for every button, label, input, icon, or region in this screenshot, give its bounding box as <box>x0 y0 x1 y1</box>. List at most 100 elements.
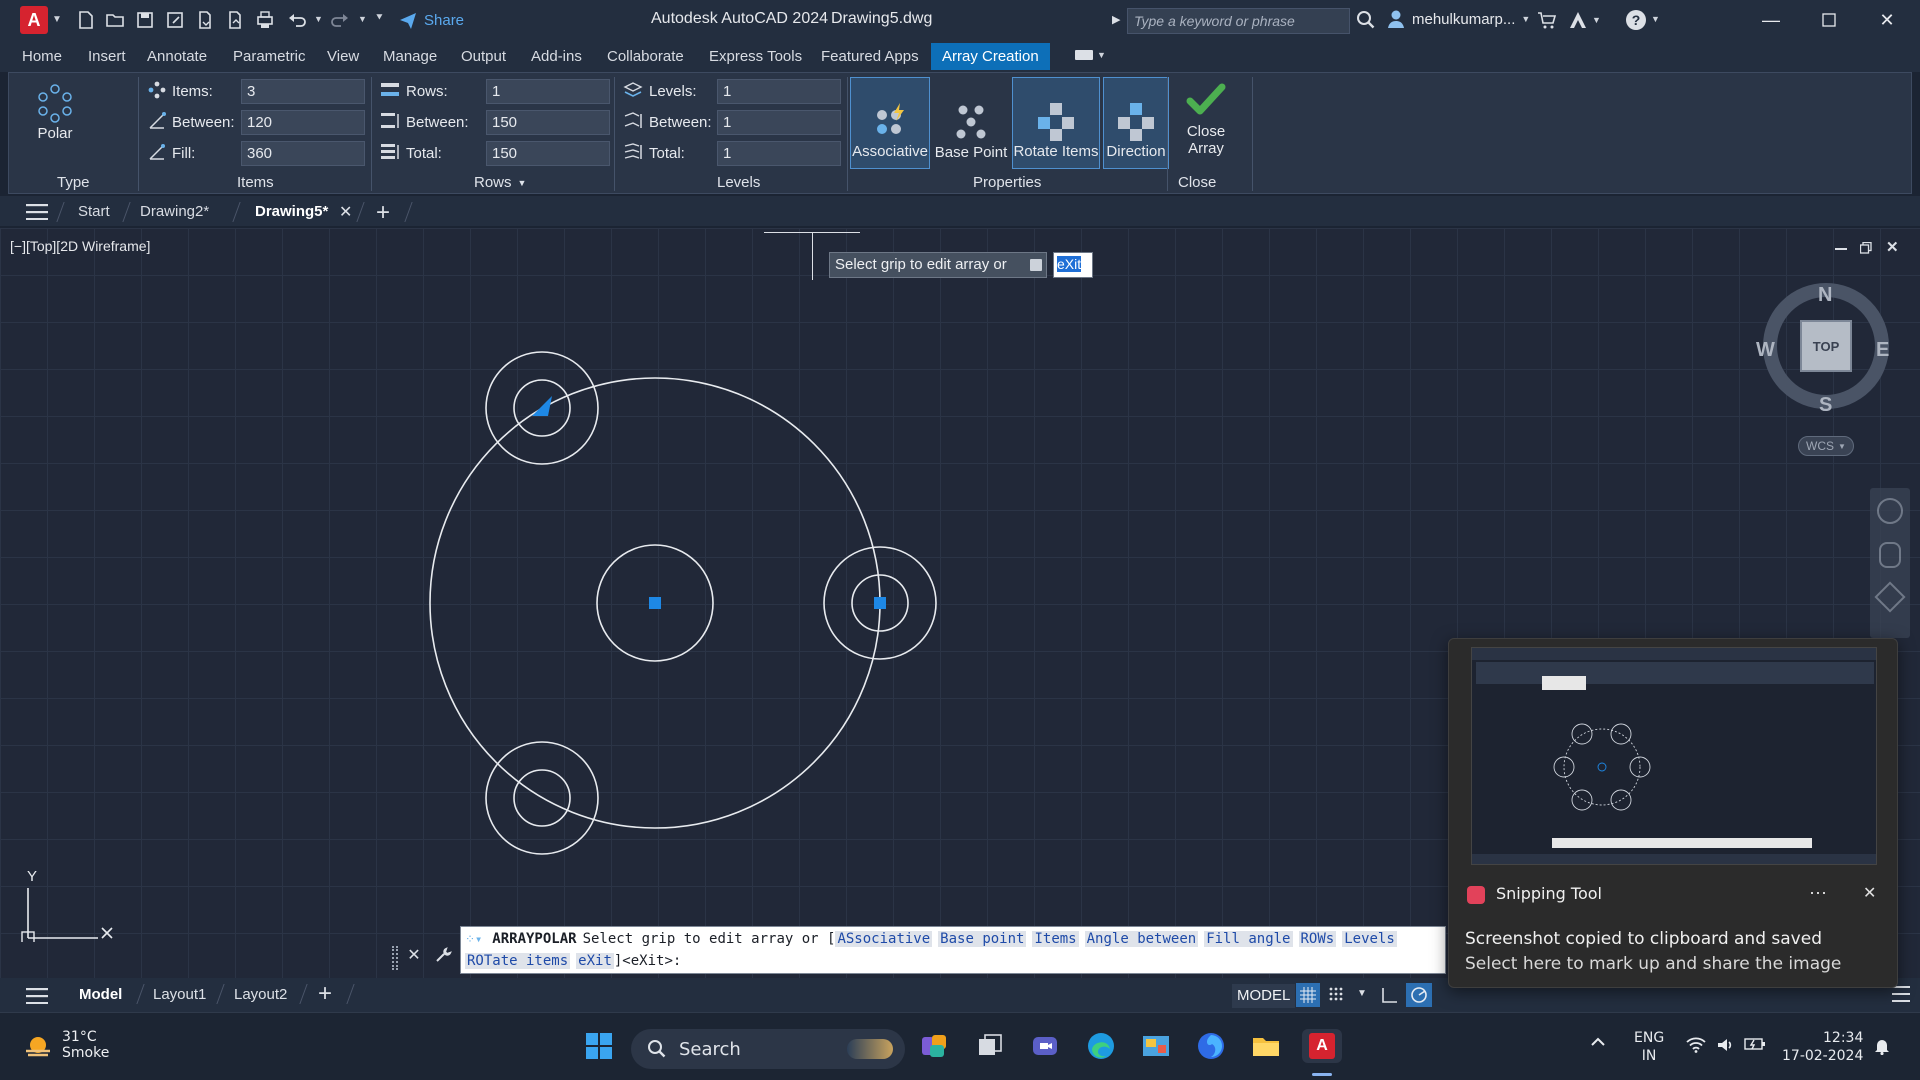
compass-north[interactable]: N <box>1818 284 1832 307</box>
direction-button[interactable]: Direction <box>1103 77 1169 169</box>
close-tab-icon[interactable]: ✕ <box>339 202 352 222</box>
toast-more-icon[interactable]: ⋯ <box>1809 883 1827 904</box>
clock[interactable]: 12:34 17-02-2024 <box>1782 1029 1863 1065</box>
rows-input[interactable]: 1 <box>486 79 610 104</box>
weather-widget[interactable]: 31°C Smoke <box>22 1029 109 1061</box>
option-rotate-items[interactable]: ROTate items <box>465 953 571 969</box>
file-explorer-icon[interactable] <box>1249 1029 1283 1063</box>
command-line-handle[interactable] <box>392 946 398 970</box>
tab-manage[interactable]: Manage <box>383 48 437 65</box>
copilot-icon[interactable] <box>918 1029 952 1063</box>
layout-tab-layout1[interactable]: Layout1 <box>153 986 206 1003</box>
new-file-icon[interactable] <box>74 8 98 32</box>
layout-menu-icon[interactable] <box>26 988 48 1004</box>
control-panel-icon[interactable] <box>1139 1029 1173 1063</box>
minimize-icon[interactable]: — <box>1742 0 1800 40</box>
option-base-point[interactable]: Base point <box>938 931 1027 947</box>
redo-icon[interactable] <box>328 8 352 32</box>
search-expand-icon[interactable]: ▶ <box>1112 13 1120 26</box>
tab-add-ins[interactable]: Add-ins <box>531 48 582 65</box>
open-folder-icon[interactable] <box>103 8 127 32</box>
doc-tab-drawing5[interactable]: Drawing5* <box>255 203 328 220</box>
tab-array-creation[interactable]: Array Creation <box>931 43 1050 70</box>
redo-dropdown-icon[interactable]: ▼ <box>358 14 367 24</box>
notification-bell-icon[interactable] <box>1874 1037 1890 1055</box>
save-to-web-icon[interactable] <box>223 8 247 32</box>
search-input[interactable]: Type a keyword or phrase <box>1127 8 1350 34</box>
toast-close-icon[interactable]: ✕ <box>1863 883 1876 903</box>
polar-button[interactable]: Polar <box>27 83 83 145</box>
teams-meet-icon[interactable] <box>1028 1029 1062 1063</box>
maximize-icon[interactable] <box>1800 0 1858 40</box>
item-grip[interactable] <box>874 597 886 609</box>
app-menu-dropdown-icon[interactable]: ▼ <box>52 14 62 25</box>
compass-west[interactable]: W <box>1756 339 1775 362</box>
save-as-icon[interactable] <box>163 8 187 32</box>
option-fill-angle[interactable]: Fill angle <box>1204 931 1293 947</box>
base-point-button[interactable]: Base Point <box>933 77 1009 169</box>
prompt-options-icon[interactable] <box>1030 259 1042 271</box>
task-view-icon[interactable] <box>973 1029 1007 1063</box>
help-dropdown-icon[interactable]: ▼ <box>1651 14 1660 24</box>
undo-dropdown-icon[interactable]: ▼ <box>314 14 323 24</box>
fill-input[interactable]: 360 <box>241 141 365 166</box>
rows-between-input[interactable]: 150 <box>486 110 610 135</box>
save-icon[interactable] <box>133 8 157 32</box>
polar-tracking-icon[interactable] <box>1406 983 1432 1007</box>
tab-collaborate[interactable]: Collaborate <box>607 48 684 65</box>
customize-qat-icon[interactable]: ⯆ <box>375 12 384 25</box>
option-rows[interactable]: ROWs <box>1298 931 1337 947</box>
tab-featured-apps[interactable]: Featured Apps <box>821 48 919 65</box>
command-customize-icon[interactable] <box>432 944 454 966</box>
doc-tab-start[interactable]: Start <box>78 203 110 220</box>
language-indicator[interactable]: ENG IN <box>1634 1029 1664 1065</box>
doc-tab-drawing2[interactable]: Drawing2* <box>140 203 209 220</box>
tab-express-tools[interactable]: Express Tools <box>709 48 802 65</box>
new-layout-icon[interactable]: + <box>318 980 332 1008</box>
rows-panel-expander[interactable]: Rows ▼ <box>474 174 526 191</box>
navigation-bar[interactable] <box>1870 488 1910 638</box>
ribbon-minimize-toggle[interactable]: ▼ <box>1075 50 1106 60</box>
associative-button[interactable]: Associative <box>850 77 930 169</box>
grid-toggle-icon[interactable] <box>1296 983 1320 1007</box>
screenshot-thumbnail[interactable] <box>1471 647 1877 865</box>
wifi-icon[interactable] <box>1686 1037 1706 1053</box>
volume-icon[interactable] <box>1716 1037 1734 1053</box>
plot-icon[interactable] <box>253 8 277 32</box>
command-history-icon[interactable]: ⁘▾ <box>465 932 482 946</box>
option-exit[interactable]: eXit <box>576 953 614 969</box>
tab-parametric[interactable]: Parametric <box>233 48 306 65</box>
tab-home[interactable]: Home <box>22 48 62 65</box>
tab-annotate[interactable]: Annotate <box>147 48 207 65</box>
new-tab-icon[interactable]: + <box>376 199 390 227</box>
wcs-menu[interactable]: WCS ▼ <box>1798 436 1854 456</box>
ortho-mode-icon[interactable] <box>1381 986 1399 1004</box>
rotate-items-button[interactable]: Rotate Items <box>1012 77 1100 169</box>
option-items[interactable]: Items <box>1032 931 1079 947</box>
share-button[interactable]: Share <box>398 10 464 30</box>
cart-icon[interactable] <box>1537 10 1557 30</box>
snipping-tool-notification[interactable]: Snipping Tool ⋯ ✕ Screenshot copied to c… <box>1448 638 1898 988</box>
option-associative[interactable]: ASsociative <box>835 931 933 947</box>
levels-input[interactable]: 1 <box>717 79 841 104</box>
option-angle-between[interactable]: Angle between <box>1084 931 1199 947</box>
base-point-grip[interactable] <box>649 597 661 609</box>
model-space-button[interactable]: MODEL <box>1232 984 1296 1008</box>
rows-total-input[interactable]: 150 <box>486 141 610 166</box>
levels-between-input[interactable]: 1 <box>717 110 841 135</box>
hamburger-menu-icon[interactable] <box>26 204 48 220</box>
angle-grip[interactable] <box>532 396 552 416</box>
layout-tab-layout2[interactable]: Layout2 <box>234 986 287 1003</box>
undo-icon[interactable] <box>285 8 309 32</box>
close-array-button[interactable]: Close Array <box>1173 81 1239 169</box>
command-close-icon[interactable]: ✕ <box>403 944 425 966</box>
autodesk-app-store-icon[interactable]: ▼ <box>1568 10 1601 30</box>
help-icon[interactable]: ? <box>1626 10 1646 30</box>
battery-icon[interactable] <box>1744 1037 1766 1051</box>
start-icon[interactable] <box>582 1029 616 1063</box>
firefox-icon[interactable] <box>1194 1029 1228 1063</box>
edge-browser-icon[interactable] <box>1084 1029 1118 1063</box>
command-line[interactable]: ⁘▾ ARRAYPOLAR Select grip to edit array … <box>460 926 1446 974</box>
tray-overflow-icon[interactable] <box>1590 1035 1606 1047</box>
items-between-input[interactable]: 120 <box>241 110 365 135</box>
